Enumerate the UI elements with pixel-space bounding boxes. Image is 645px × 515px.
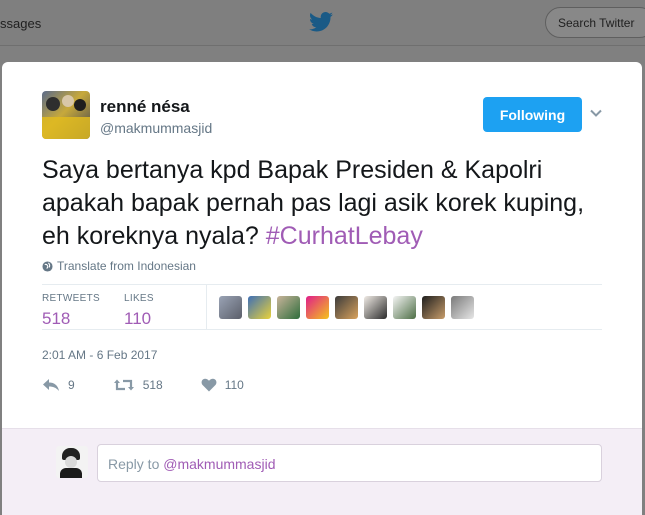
divider	[42, 284, 602, 285]
tweet-modal: renné nésa @makmummasjid Following Saya …	[2, 62, 642, 515]
globe-icon	[42, 260, 53, 272]
hashtag-link[interactable]: #CurhatLebay	[266, 222, 423, 250]
chevron-down-icon[interactable]	[589, 106, 603, 120]
liker-avatar[interactable]	[219, 296, 242, 319]
reply-prefix: Reply to	[108, 456, 164, 472]
like-button[interactable]: 110	[201, 378, 244, 392]
author-avatar[interactable]	[42, 91, 90, 139]
retweets-value: 518	[42, 309, 71, 328]
top-navigation: ssages Search Twitter	[0, 0, 645, 46]
reply-count: 9	[68, 378, 75, 392]
tweet-actions: 9 518 110	[42, 378, 282, 392]
liker-avatar[interactable]	[393, 296, 416, 319]
translate-link[interactable]: Translate from Indonesian	[42, 259, 196, 273]
translate-label: Translate from Indonesian	[57, 259, 196, 273]
liker-avatar[interactable]	[364, 296, 387, 319]
likes-stat[interactable]: LIKES 110	[124, 293, 154, 329]
retweet-count: 518	[142, 378, 163, 392]
divider	[206, 285, 207, 329]
retweets-stat[interactable]: RETWEETS 518	[42, 293, 100, 329]
retweet-icon	[113, 379, 134, 391]
search-input[interactable]: Search Twitter	[545, 7, 645, 38]
liker-avatar[interactable]	[248, 296, 271, 319]
reply-mention: @makmummasjid	[163, 456, 276, 472]
reply-button[interactable]: 9	[42, 378, 75, 392]
messages-nav-label[interactable]: ssages	[0, 16, 41, 31]
reply-input[interactable]: Reply to @makmummasjid	[97, 444, 602, 482]
liker-avatar[interactable]	[451, 296, 474, 319]
author-name[interactable]: renné nésa	[100, 97, 190, 117]
retweet-button[interactable]: 518	[113, 378, 163, 392]
likers-avatars	[219, 296, 474, 319]
retweets-label: RETWEETS	[42, 293, 100, 304]
following-button[interactable]: Following	[483, 97, 582, 132]
author-handle[interactable]: @makmummasjid	[100, 120, 212, 136]
heart-icon	[201, 378, 217, 392]
liker-avatar[interactable]	[306, 296, 329, 319]
divider	[42, 329, 602, 330]
liker-avatar[interactable]	[422, 296, 445, 319]
reply-icon	[43, 379, 59, 391]
current-user-avatar	[56, 446, 88, 478]
likes-value: 110	[124, 309, 152, 328]
likes-label: LIKES	[124, 293, 154, 304]
liker-avatar[interactable]	[277, 296, 300, 319]
tweet-timestamp[interactable]: 2:01 AM - 6 Feb 2017	[42, 348, 157, 362]
twitter-bird-icon[interactable]	[309, 12, 333, 32]
reply-composer: Reply to @makmummasjid	[2, 428, 642, 515]
like-count: 110	[224, 378, 244, 392]
tweet-text: Saya bertanya kpd Bapak Presiden & Kapol…	[42, 154, 602, 253]
liker-avatar[interactable]	[335, 296, 358, 319]
